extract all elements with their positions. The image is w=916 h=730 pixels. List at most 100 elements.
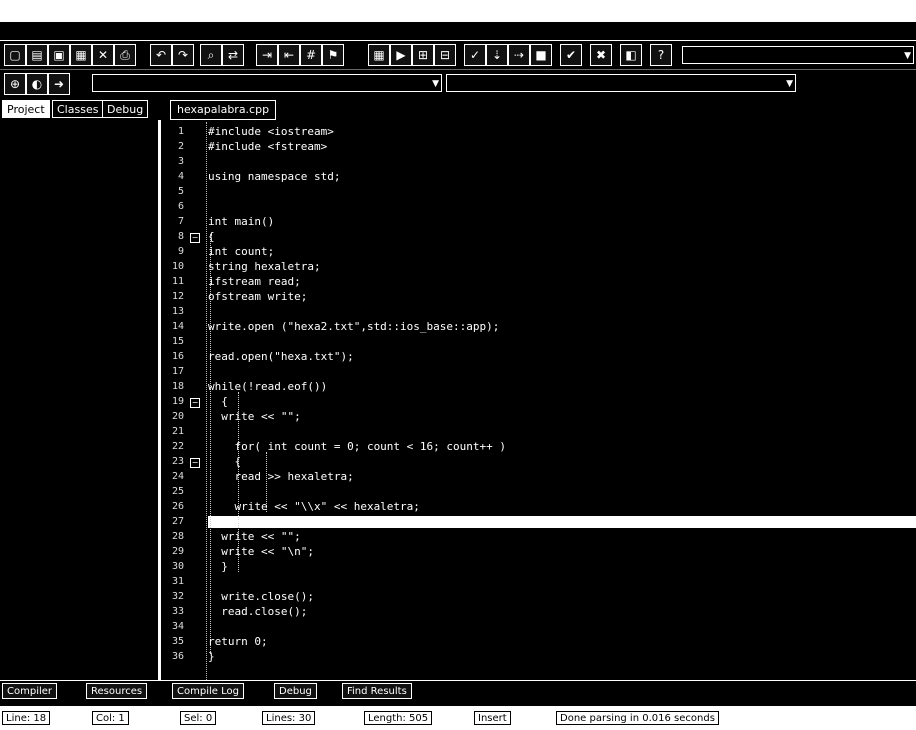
undo-icon[interactable]: ↶ <box>150 44 172 66</box>
code-line: int main() <box>208 215 275 228</box>
code-editor[interactable]: #include <iostream> #include <fstream> usi… <box>208 122 916 680</box>
line-number: 12 <box>171 291 184 302</box>
compile-run-icon[interactable]: ⊞ <box>412 44 434 66</box>
code-line: } <box>208 515 242 528</box>
code-line: read.close(); <box>208 605 308 618</box>
status-line: Line: 18 <box>2 711 51 725</box>
line-number: 17 <box>171 366 184 377</box>
code-line: while(!read.eof()) <box>208 380 328 393</box>
editor-tabs: hexapalabra.cpp <box>162 98 916 120</box>
code-line: { <box>208 455 242 468</box>
tab-debug[interactable]: Debug <box>102 100 149 118</box>
status-mode: Insert <box>474 711 511 725</box>
line-number: 36 <box>171 651 184 662</box>
line-number: 24 <box>171 471 184 482</box>
code-line: write << ""; <box>208 530 301 543</box>
line-number: 1 <box>177 126 184 137</box>
unindent-icon[interactable]: ⇤ <box>278 44 300 66</box>
code-line: #include <fstream> <box>208 140 328 153</box>
line-number: 3 <box>177 156 184 167</box>
line-number: 33 <box>171 606 184 617</box>
goto-icon[interactable]: ➜ <box>48 73 70 95</box>
fold-toggle-icon[interactable]: − <box>190 458 200 468</box>
code-line: } <box>208 560 228 573</box>
status-lines: Lines: 30 <box>262 711 316 725</box>
code-line: int count; <box>208 245 275 258</box>
rebuild-icon[interactable]: ⊟ <box>434 44 456 66</box>
help-icon[interactable]: ? <box>650 44 672 66</box>
code-line: write << ""; <box>208 410 301 423</box>
class-select[interactable]: ▼ <box>92 74 442 92</box>
line-number: 6 <box>177 201 184 212</box>
debug-icon[interactable]: ✓ <box>464 44 486 66</box>
code-line: read >> hexaletra; <box>208 470 354 483</box>
line-number: 2 <box>177 141 184 152</box>
tab-compile-log[interactable]: Compile Log <box>172 683 244 699</box>
line-number: 5 <box>177 186 184 197</box>
title-bar <box>0 0 916 22</box>
line-number: 31 <box>171 576 184 587</box>
tab-debug-output[interactable]: Debug <box>274 683 317 699</box>
line-number: 25 <box>171 486 184 497</box>
replace-icon[interactable]: ⇄ <box>222 44 244 66</box>
step-icon[interactable]: ⇣ <box>486 44 508 66</box>
find-icon[interactable]: ⌕ <box>200 44 222 66</box>
code-line: using namespace std; <box>208 170 341 183</box>
project-tree[interactable] <box>0 120 161 680</box>
next-icon[interactable]: ⇢ <box>508 44 530 66</box>
code-line: string hexaletra; <box>208 260 321 273</box>
tab-find-results[interactable]: Find Results <box>342 683 412 699</box>
save-icon[interactable]: ▣ <box>48 44 70 66</box>
code-line: { <box>208 230 215 243</box>
code-line: #include <iostream> <box>208 125 334 138</box>
code-line: read.open("hexa.txt"); <box>208 350 354 363</box>
status-sel: Sel: 0 <box>180 711 217 725</box>
bottom-tabs: Compiler Resources Compile Log Debug Fin… <box>0 680 916 701</box>
status-bar: Line: 18 Col: 1 Sel: 0 Lines: 30 Length:… <box>0 706 916 730</box>
line-number: 22 <box>171 441 184 452</box>
check-icon[interactable]: ✔ <box>560 44 582 66</box>
status-message: Done parsing in 0.016 seconds <box>556 711 719 725</box>
tab-classes[interactable]: Classes <box>52 100 104 118</box>
print-icon[interactable]: ⎙ <box>114 44 136 66</box>
line-number: 34 <box>171 621 184 632</box>
tab-project[interactable]: Project <box>2 100 50 118</box>
line-number: 14 <box>171 321 184 332</box>
code-line: { <box>208 395 228 408</box>
close-icon[interactable]: ✕ <box>92 44 114 66</box>
line-number: 23 <box>171 456 184 467</box>
new-file-icon[interactable]: ▢ <box>4 44 26 66</box>
open-file-icon[interactable]: ▤ <box>26 44 48 66</box>
line-number: 18 <box>171 381 184 392</box>
compiler-select[interactable]: ▼ <box>682 46 914 64</box>
indent-icon[interactable]: ⇥ <box>256 44 278 66</box>
line-number: 4 <box>177 171 184 182</box>
tab-file[interactable]: hexapalabra.cpp <box>170 100 277 120</box>
fold-toggle-icon[interactable]: − <box>190 398 200 408</box>
fold-toggle-icon[interactable]: − <box>190 233 200 243</box>
run-icon[interactable]: ▶ <box>390 44 412 66</box>
bookmark-icon[interactable]: ⚑ <box>322 44 344 66</box>
member-select[interactable]: ▼ <box>446 74 796 92</box>
stop-icon[interactable]: ■ <box>530 44 552 66</box>
menu-bar <box>0 22 916 41</box>
insert-icon[interactable]: ⊕ <box>4 73 26 95</box>
line-number: 16 <box>171 351 184 362</box>
cancel-icon[interactable]: ✖ <box>590 44 612 66</box>
save-all-icon[interactable]: ▦ <box>70 44 92 66</box>
code-line: ifstream read; <box>208 275 301 288</box>
compile-icon[interactable]: ▦ <box>368 44 390 66</box>
redo-icon[interactable]: ↷ <box>172 44 194 66</box>
toggle-icon[interactable]: ◐ <box>26 73 48 95</box>
tab-resources[interactable]: Resources <box>86 683 148 699</box>
profile-icon[interactable]: ◧ <box>620 44 642 66</box>
tab-compiler[interactable]: Compiler <box>2 683 58 699</box>
secondary-toolbar: ⊕ ◐ ➜ ▼ ▼ <box>0 70 916 96</box>
project-panel-tabs: Project Classes Debug <box>0 98 160 120</box>
line-number: 35 <box>171 636 184 647</box>
code-line: write.close(); <box>208 590 314 603</box>
chevron-down-icon: ▼ <box>432 79 439 89</box>
line-number: 13 <box>171 306 184 317</box>
line-number: 15 <box>171 336 184 347</box>
toggle-comment-icon[interactable]: # <box>300 44 322 66</box>
